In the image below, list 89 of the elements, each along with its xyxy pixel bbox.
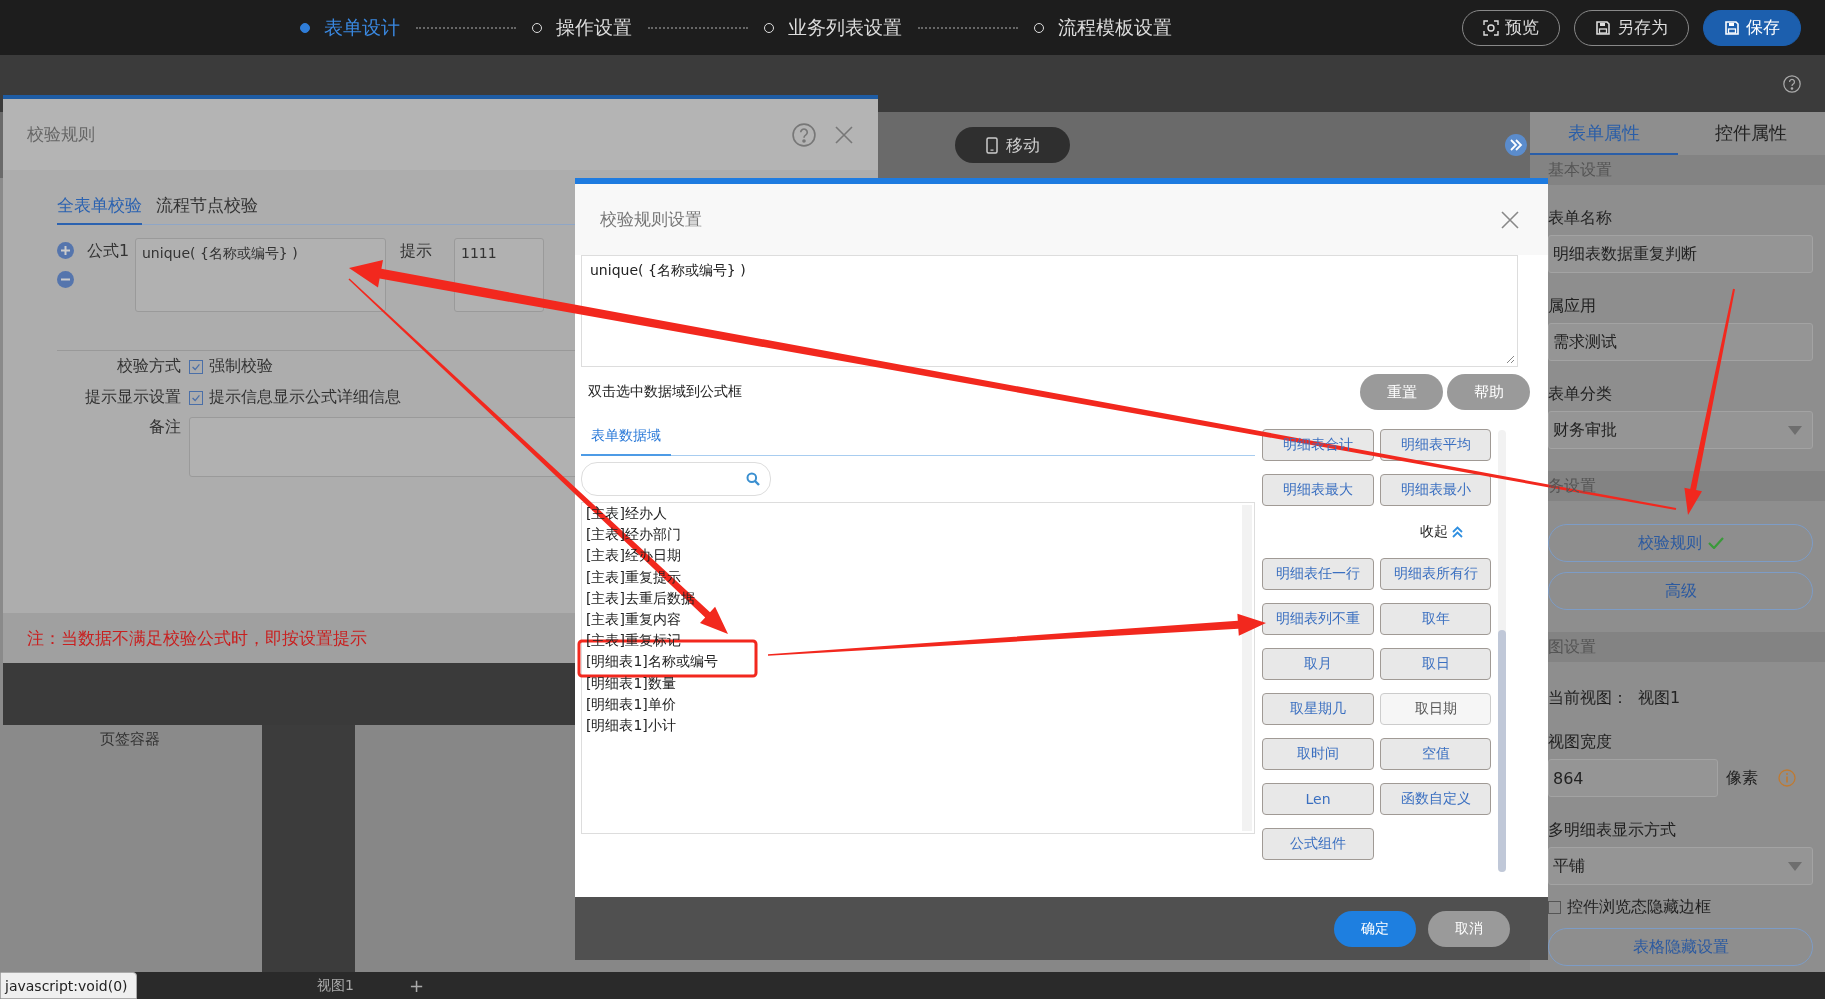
close-icon[interactable]: [834, 124, 854, 145]
function-button[interactable]: 取年: [1380, 603, 1491, 635]
expand-panel-icon[interactable]: [1504, 133, 1528, 157]
dropdown-caret-icon: [1788, 425, 1802, 435]
help-icon[interactable]: [792, 122, 816, 147]
function-button[interactable]: 明细表所有行: [1380, 558, 1491, 590]
double-chevron-up-icon: [1452, 526, 1463, 538]
checkbox[interactable]: [1548, 901, 1561, 914]
unit-label: 像素: [1726, 767, 1758, 789]
add-icon[interactable]: [57, 242, 74, 259]
scrollbar[interactable]: [1242, 505, 1252, 831]
save-button[interactable]: 保存: [1703, 9, 1801, 46]
field-list-item[interactable]: [主表]经办人: [586, 503, 667, 525]
check-icon: [1707, 537, 1724, 549]
help-icon[interactable]: [1783, 74, 1801, 93]
option-label: 提示显示设置: [84, 387, 181, 408]
step-dot-icon: [300, 22, 310, 33]
tip-label: 提示: [400, 241, 432, 262]
input-field[interactable]: 需求测试: [1548, 323, 1813, 361]
field-list-item[interactable]: [主表]经办部门: [586, 524, 681, 546]
view-tab[interactable]: 视图1: [317, 976, 354, 995]
field-list-item[interactable]: [明细表1]数量: [586, 672, 676, 694]
function-button[interactable]: 函数自定义: [1380, 783, 1491, 815]
field-list-item[interactable]: [明细表1]小计: [586, 715, 676, 737]
field-label: 视图宽度: [1548, 731, 1612, 753]
action-button[interactable]: 帮助: [1447, 374, 1530, 410]
function-button[interactable]: 明细表任一行: [1262, 558, 1374, 590]
dialog-title: 校验规则: [27, 123, 95, 146]
checkbox[interactable]: [189, 359, 203, 374]
step-tab[interactable]: 业务列表设置: [788, 14, 902, 41]
step-tab[interactable]: 操作设置: [556, 14, 632, 41]
action-button[interactable]: 重置: [1360, 374, 1443, 410]
field-label: 多明细表显示方式: [1548, 819, 1676, 841]
dialog-title: 校验规则设置: [600, 208, 702, 231]
field-list-item[interactable]: [主表]重复标记: [586, 630, 681, 652]
scrollbar[interactable]: [1498, 430, 1506, 872]
phone-icon: [985, 136, 998, 154]
function-button[interactable]: 公式组件: [1262, 828, 1374, 860]
panel-tab[interactable]: 控件属性: [1677, 112, 1825, 155]
function-button[interactable]: 明细表最小: [1380, 474, 1491, 506]
function-button[interactable]: 空值: [1380, 738, 1491, 770]
function-button[interactable]: 明细表平均: [1380, 429, 1491, 461]
function-button[interactable]: 取日: [1380, 648, 1491, 680]
function-button[interactable]: 取星期几: [1262, 693, 1374, 725]
dialog-tab[interactable]: 全表单校验: [57, 194, 142, 225]
function-button[interactable]: 明细表列不重: [1262, 603, 1374, 635]
dropdown-caret-icon: [1788, 861, 1802, 871]
function-button[interactable]: 取时间: [1262, 738, 1374, 770]
search-icon[interactable]: [746, 472, 760, 486]
cancel-button[interactable]: 取消: [1428, 910, 1510, 947]
resize-grip-icon[interactable]: [1506, 355, 1515, 364]
mobile-view-button[interactable]: 移动: [955, 127, 1070, 163]
field-label: 表单名称: [1548, 207, 1612, 229]
checkbox-label: 控件浏览态隐藏边框: [1567, 897, 1711, 918]
component-label: 页签容器: [100, 730, 160, 749]
field-label: 表单分类: [1548, 383, 1612, 405]
checkbox-label: 强制校验: [209, 356, 273, 377]
field-value: 视图1: [1638, 688, 1681, 709]
checkbox[interactable]: [189, 390, 203, 405]
step-tab[interactable]: 表单设计: [324, 14, 400, 41]
collapse-button[interactable]: 收起: [1420, 523, 1463, 541]
add-tab-button[interactable]: +: [408, 975, 424, 996]
function-button[interactable]: 取月: [1262, 648, 1374, 680]
option-label: 校验方式: [116, 356, 181, 377]
dropdown-field[interactable]: 财务审批: [1548, 411, 1813, 449]
scan-eye-icon: [1483, 19, 1499, 36]
input-field[interactable]: 864: [1548, 759, 1718, 797]
function-button[interactable]: 明细表最大: [1262, 474, 1374, 506]
formula-label: 公式1: [87, 241, 131, 262]
status-url-tooltip: javascript:void(0): [0, 972, 137, 999]
dropdown-field[interactable]: 平铺: [1548, 847, 1813, 885]
confirm-button[interactable]: 确定: [1334, 910, 1416, 947]
dialog-tab[interactable]: 流程节点校验: [156, 194, 258, 225]
hint-text: 双击选中数据域到公式框: [588, 383, 742, 401]
remark-label: 备注: [148, 417, 181, 438]
formula-field[interactable]: unique( {名称或编号} ): [135, 238, 386, 312]
checkbox-label: 提示信息显示公式详细信息: [209, 387, 401, 408]
function-button[interactable]: Len: [1262, 783, 1374, 815]
remove-icon[interactable]: [57, 271, 74, 288]
formula-field[interactable]: unique( {名称或编号} ): [581, 255, 1518, 367]
data-field-tab[interactable]: 表单数据域: [581, 427, 671, 456]
function-button[interactable]: 取日期: [1380, 693, 1491, 725]
search-field[interactable]: [581, 462, 771, 496]
field-label: 属应用: [1548, 295, 1596, 317]
field-list-item[interactable]: [明细表1]单价: [586, 693, 676, 716]
field-label: 当前视图：: [1548, 688, 1628, 709]
step-tab[interactable]: 流程模板设置: [1058, 14, 1172, 41]
input-field[interactable]: 明细表数据重复判断: [1548, 235, 1813, 273]
close-icon[interactable]: [1500, 209, 1520, 230]
